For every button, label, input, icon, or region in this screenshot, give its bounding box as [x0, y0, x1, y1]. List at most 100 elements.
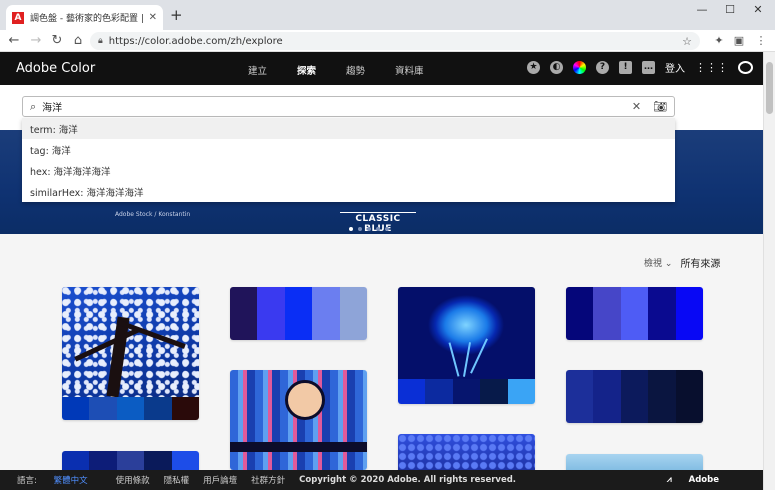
color-swatch[interactable] — [593, 370, 621, 423]
sign-in-link[interactable]: 登入 — [665, 60, 685, 75]
creative-cloud-icon[interactable] — [738, 61, 753, 74]
color-swatch[interactable] — [144, 451, 172, 470]
footer-link-terms[interactable]: 使用條款 — [116, 474, 150, 486]
source-dropdown[interactable]: 所有來源 — [680, 255, 720, 270]
browser-tab[interactable]: A 調色盤 - 藝術家的色彩配置 | Adobe Color ✕ — [6, 5, 163, 30]
extensions-puzzle-icon[interactable]: ✦ — [711, 34, 727, 47]
search-input[interactable]: ⌕ 海洋 ✕ 📷︎ — [22, 96, 675, 117]
bookmark-star-icon[interactable]: ☆ — [682, 35, 692, 48]
color-swatch[interactable] — [62, 397, 90, 420]
contrast-icon[interactable]: ◐ — [550, 61, 563, 74]
footer-link-privacy[interactable]: 隱私權 — [164, 474, 190, 486]
theme-image — [398, 287, 535, 379]
suggestion-item[interactable]: tag: 海洋 — [22, 139, 675, 160]
reload-icon[interactable]: ↻ — [49, 33, 65, 49]
brand-logo[interactable]: Adobe Color — [16, 61, 95, 76]
carousel-dot[interactable] — [358, 227, 362, 231]
carousel-dot[interactable] — [385, 227, 389, 231]
language-selector[interactable]: 繁體中文 — [54, 476, 88, 486]
search-query[interactable]: 海洋 — [42, 99, 632, 114]
close-window-button[interactable]: ✕ — [748, 3, 768, 16]
suggestion-item[interactable]: similarHex: 海洋海洋海洋 — [22, 181, 675, 202]
page-scrollbar[interactable] — [763, 52, 775, 490]
home-icon[interactable]: ⌂ — [70, 33, 86, 49]
theme-card[interactable] — [566, 287, 703, 340]
color-swatch[interactable] — [62, 451, 90, 470]
clear-search-icon[interactable]: ✕ — [632, 100, 641, 113]
color-swatch[interactable] — [593, 287, 621, 340]
color-swatch[interactable] — [144, 397, 172, 420]
help-icon[interactable]: ? — [596, 61, 609, 74]
color-swatch[interactable] — [89, 397, 117, 420]
theme-card[interactable] — [62, 287, 199, 420]
theme-card[interactable] — [398, 287, 535, 404]
carousel-dot[interactable] — [367, 227, 371, 231]
theme-card[interactable] — [230, 370, 367, 470]
nav-trends[interactable]: 趨勢 — [346, 63, 365, 77]
color-swatch[interactable] — [284, 287, 313, 340]
color-swatch[interactable] — [480, 379, 508, 404]
color-swatch[interactable] — [675, 370, 703, 423]
main-nav: 建立 探索 趨勢 資料庫 — [248, 63, 424, 77]
theme-palette — [62, 397, 199, 420]
maximize-window-button[interactable]: ☐ — [720, 3, 740, 16]
color-swatch[interactable] — [648, 370, 676, 423]
browser-menu-icon[interactable]: ⋮ — [753, 34, 769, 47]
footer-link-guidelines[interactable]: 社群方針 — [251, 474, 285, 486]
color-swatch[interactable] — [398, 379, 426, 404]
theme-card[interactable] — [566, 370, 703, 423]
theme-image — [398, 434, 535, 470]
color-swatch[interactable] — [425, 379, 453, 404]
suggestion-item[interactable]: hex: 海洋海洋海洋 — [22, 160, 675, 181]
color-swatch[interactable] — [620, 370, 649, 423]
nav-libraries[interactable]: 資料庫 — [395, 63, 424, 77]
theme-card[interactable] — [62, 451, 199, 470]
feedback-icon[interactable]: ! — [619, 61, 632, 74]
color-swatch[interactable] — [566, 287, 594, 340]
new-tab-button[interactable]: + — [170, 8, 183, 23]
theme-card[interactable] — [230, 287, 367, 340]
color-swatch[interactable] — [116, 451, 145, 470]
color-swatch[interactable] — [566, 370, 594, 423]
color-wheel-icon[interactable] — [573, 61, 586, 74]
color-swatch[interactable] — [89, 451, 117, 470]
footer-link-forums[interactable]: 用戶論壇 — [203, 474, 237, 486]
back-arrow-icon[interactable]: ← — [6, 33, 22, 49]
carousel-dots — [349, 227, 389, 231]
browser-tabstrip: A 調色盤 - 藝術家的色彩配置 | Adobe Color ✕ + — ☐ ✕ — [0, 0, 775, 30]
theme-card[interactable] — [566, 454, 703, 470]
suggestion-item[interactable]: term: 海洋 — [22, 118, 675, 139]
app-switcher-grid-icon[interactable]: ⋮⋮⋮ — [695, 61, 728, 74]
color-swatch[interactable] — [171, 397, 199, 420]
search-icon: ⌕ — [30, 99, 37, 113]
scrollbar-thumb[interactable] — [766, 62, 773, 114]
color-swatch[interactable] — [339, 287, 367, 340]
color-swatch[interactable] — [171, 451, 199, 470]
color-swatch[interactable] — [620, 287, 649, 340]
carousel-dot[interactable] — [376, 227, 380, 231]
sort-dropdown[interactable]: 檢視 ⌄ — [644, 256, 672, 269]
adobe-logo[interactable]: ⩘ Adobe — [667, 475, 733, 485]
chat-icon[interactable]: … — [642, 61, 655, 74]
color-swatch[interactable] — [507, 379, 535, 404]
color-swatch[interactable] — [257, 287, 285, 340]
color-swatch[interactable] — [312, 287, 340, 340]
color-swatch[interactable] — [648, 287, 676, 340]
camera-icon[interactable]: 📷︎ — [653, 100, 667, 113]
minimize-window-button[interactable]: — — [692, 3, 712, 16]
color-swatch[interactable] — [116, 397, 145, 420]
color-swatch[interactable] — [230, 287, 258, 340]
theme-palette — [398, 379, 535, 404]
carousel-dot[interactable] — [349, 227, 353, 231]
color-swatch[interactable] — [675, 287, 703, 340]
nav-explore[interactable]: 探索 — [297, 63, 316, 77]
adobe-logo-text: Adobe — [688, 475, 719, 485]
address-bar[interactable]: 🔒︎ https://color.adobe.com/zh/explore ☆ — [90, 32, 700, 50]
close-tab-icon[interactable]: ✕ — [149, 12, 157, 23]
profile-avatar-icon[interactable]: ▣ — [731, 34, 747, 47]
forward-arrow-icon[interactable]: → — [28, 33, 44, 49]
theme-card[interactable] — [398, 434, 535, 470]
color-swatch[interactable] — [452, 379, 481, 404]
nav-create[interactable]: 建立 — [248, 63, 267, 77]
favorites-icon[interactable]: ★ — [527, 61, 540, 74]
